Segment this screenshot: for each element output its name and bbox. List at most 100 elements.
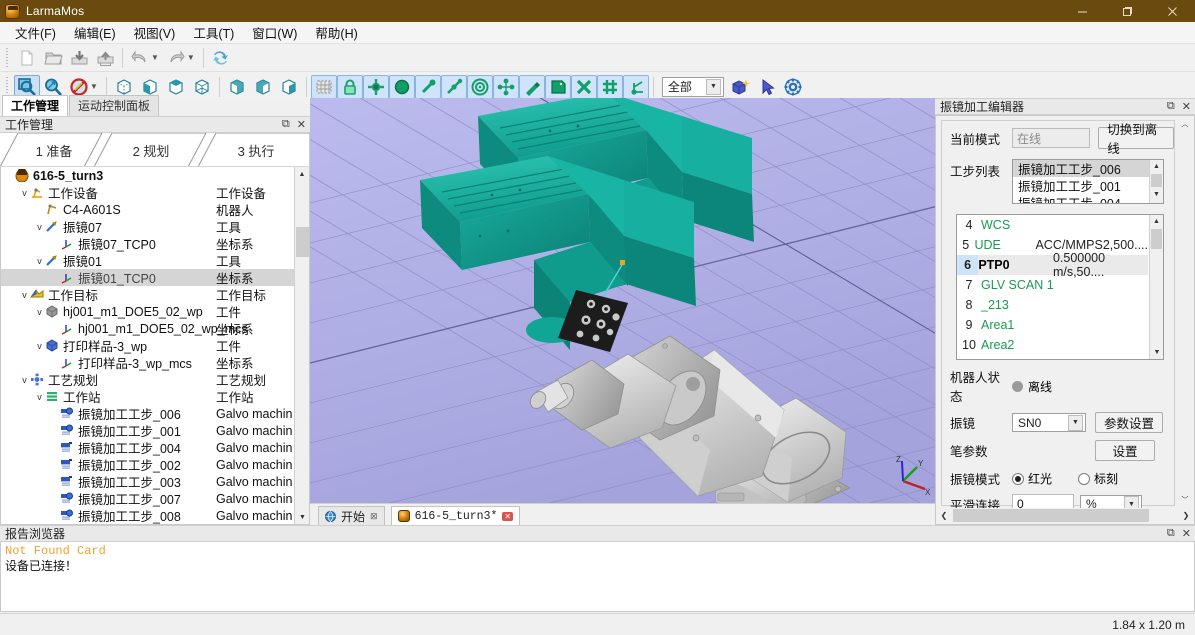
settings-gear-icon[interactable] [780, 75, 806, 99]
add-object-icon[interactable] [728, 75, 754, 99]
hscroll-track[interactable] [951, 509, 1179, 522]
step-list-scroll-thumb[interactable] [1151, 174, 1162, 187]
redo-dropdown-icon[interactable]: ▼ [187, 53, 195, 62]
tree-row[interactable]: 振镜加工工步_006Galvo machin [1, 405, 309, 422]
tree-row[interactable]: vhj001_m1_DOE5_02_wp工件 [1, 303, 309, 320]
right-panel-horizontal-scrollbar[interactable]: ❮ ❯ [937, 508, 1193, 523]
scroll-down-icon[interactable]: ﹀ [1177, 493, 1193, 507]
scroll-down-icon[interactable]: ▼ [1150, 188, 1163, 201]
close-icon[interactable]: ✕ [297, 118, 306, 131]
scroll-up-icon[interactable]: ︿ [1177, 117, 1193, 131]
close-icon[interactable]: ✕ [502, 512, 513, 521]
line-icon[interactable] [415, 75, 441, 99]
view-left-icon[interactable] [224, 75, 250, 99]
scroll-left-icon[interactable]: ❮ [937, 508, 951, 523]
code-row[interactable]: 8_213 [957, 295, 1148, 315]
hscroll-thumb[interactable] [953, 509, 1149, 522]
tree-row[interactable]: 振镜07_TCP0坐标系 [1, 235, 309, 252]
chevron-down-icon[interactable]: v [19, 188, 30, 198]
chevron-down-icon[interactable]: v [19, 375, 30, 385]
chevron-down-icon[interactable]: v [34, 392, 45, 402]
code-row[interactable]: 6PTP00.500000 m/s,50.... [957, 255, 1148, 275]
close-icon[interactable]: ✕ [1182, 100, 1191, 113]
scroll-right-icon[interactable]: ❯ [1179, 508, 1193, 523]
refresh-icon[interactable] [208, 46, 234, 70]
undo-icon[interactable] [127, 46, 153, 70]
project-tree[interactable]: 616-5_turn3v工作设备工作设备C4-A601S机器人v振镜07工具振镜… [1, 167, 309, 525]
tree-row[interactable]: 振镜01_TCP0坐标系 [1, 269, 309, 286]
float-icon[interactable]: ⧉ [1167, 100, 1175, 113]
menu-window[interactable]: 窗口(W) [243, 21, 306, 44]
code-row[interactable]: 9Area1 [957, 315, 1148, 335]
chevron-down-icon[interactable]: v [19, 290, 30, 300]
code-row[interactable]: 4WCS [957, 215, 1148, 235]
viewport-tab-project[interactable]: 616-5_turn3* ✕ [391, 506, 521, 525]
close-button[interactable] [1150, 0, 1195, 22]
tree-row[interactable]: 振镜加工工步_001Galvo machin [1, 422, 309, 439]
galvo-select[interactable]: SN0 ▼ [1012, 413, 1086, 432]
chevron-down-icon[interactable]: v [34, 341, 45, 351]
array-icon[interactable] [597, 75, 623, 99]
scroll-down-icon[interactable]: ▼ [295, 510, 310, 524]
step-list-scrollbar[interactable]: ▲ ▼ [1149, 160, 1163, 203]
delete-icon[interactable] [571, 75, 597, 99]
save-icon[interactable] [66, 46, 92, 70]
tree-row[interactable]: C4-A601S机器人 [1, 201, 309, 218]
new-icon[interactable] [14, 46, 40, 70]
pen-params-button[interactable]: 设置 [1095, 440, 1155, 461]
step-execute[interactable]: 3 执行 [210, 133, 302, 167]
print-icon[interactable] [92, 46, 118, 70]
menu-tools[interactable]: 工具(T) [184, 21, 243, 44]
galvo-param-button[interactable]: 参数设置 [1095, 412, 1163, 433]
tree-row[interactable]: v工作设备工作设备 [1, 184, 309, 201]
scroll-up-icon[interactable]: ▲ [1150, 215, 1163, 228]
grid-icon[interactable] [311, 75, 337, 99]
viewport-tab-start[interactable]: 开始 ⊠ [318, 506, 385, 525]
tree-row[interactable]: 振镜加工工步_008Galvo machin [1, 507, 309, 524]
float-icon[interactable]: ⧉ [1167, 527, 1175, 540]
minimize-button[interactable] [1060, 0, 1105, 22]
scroll-up-icon[interactable]: ▲ [1150, 160, 1163, 173]
switch-offline-button[interactable]: 切换到离线 [1098, 127, 1174, 149]
tree-row[interactable]: 振镜加工工步_003Galvo machin [1, 473, 309, 490]
view-right-icon[interactable] [250, 75, 276, 99]
menu-file[interactable]: 文件(F) [6, 21, 65, 44]
move-target-icon[interactable] [363, 75, 389, 99]
close-icon[interactable]: ⊠ [370, 511, 378, 522]
surface-icon[interactable] [545, 75, 571, 99]
float-icon[interactable]: ⧉ [282, 118, 290, 131]
list-item[interactable]: 振镜加工工步_004 [1013, 194, 1163, 204]
tree-row[interactable]: v工艺规划工艺规划 [1, 371, 309, 388]
maximize-button[interactable] [1105, 0, 1150, 22]
chevron-down-icon[interactable]: v [34, 307, 45, 317]
tree-row[interactable]: 616-5_turn3 [1, 167, 309, 184]
tree-scroll-thumb[interactable] [296, 227, 309, 257]
tree-row[interactable]: v振镜07工具 [1, 218, 309, 235]
code-list-scrollbar[interactable]: ▲ ▼ [1149, 215, 1163, 359]
chevron-down-icon[interactable]: v [34, 222, 45, 232]
step-plan[interactable]: 2 规划 [105, 133, 197, 167]
frame-icon[interactable] [623, 75, 649, 99]
code-list[interactable]: 4WCS5UDEACC/MMPS2,500....6PTP00.500000 m… [956, 214, 1164, 360]
view-back-icon[interactable] [276, 75, 302, 99]
list-item[interactable]: 振镜加工工步_006 [1013, 160, 1163, 177]
toolbar-grip[interactable] [5, 48, 11, 68]
view-toolbar-grip[interactable] [5, 77, 11, 97]
tree-row[interactable]: v工作目标工作目标 [1, 286, 309, 303]
tree-row[interactable]: 打印样品-3_wp_mcs坐标系 [1, 354, 309, 371]
select-arrow-icon[interactable] [754, 75, 780, 99]
brush-icon[interactable] [519, 75, 545, 99]
code-scroll-thumb[interactable] [1151, 229, 1162, 249]
tree-row[interactable]: 振镜加工工步_002Galvo machin [1, 456, 309, 473]
dock-tab-motion-panel[interactable]: 运动控制面板 [69, 95, 159, 116]
point-icon[interactable] [389, 75, 415, 99]
viewport-3d-scene[interactable]: X Y Z [310, 98, 935, 503]
object-filter-combo[interactable]: 全部 ▼ [662, 77, 724, 97]
radio-red-light[interactable] [1012, 473, 1024, 485]
report-log[interactable]: Not Found Card 设备已连接！ [0, 542, 1195, 612]
list-item[interactable]: 振镜加工工步_001 [1013, 177, 1163, 194]
pattern-icon[interactable] [493, 75, 519, 99]
tree-row[interactable]: 振镜加工工步_007Galvo machin [1, 490, 309, 507]
lock-icon[interactable] [337, 75, 363, 99]
scroll-down-icon[interactable]: ▼ [1150, 346, 1164, 359]
